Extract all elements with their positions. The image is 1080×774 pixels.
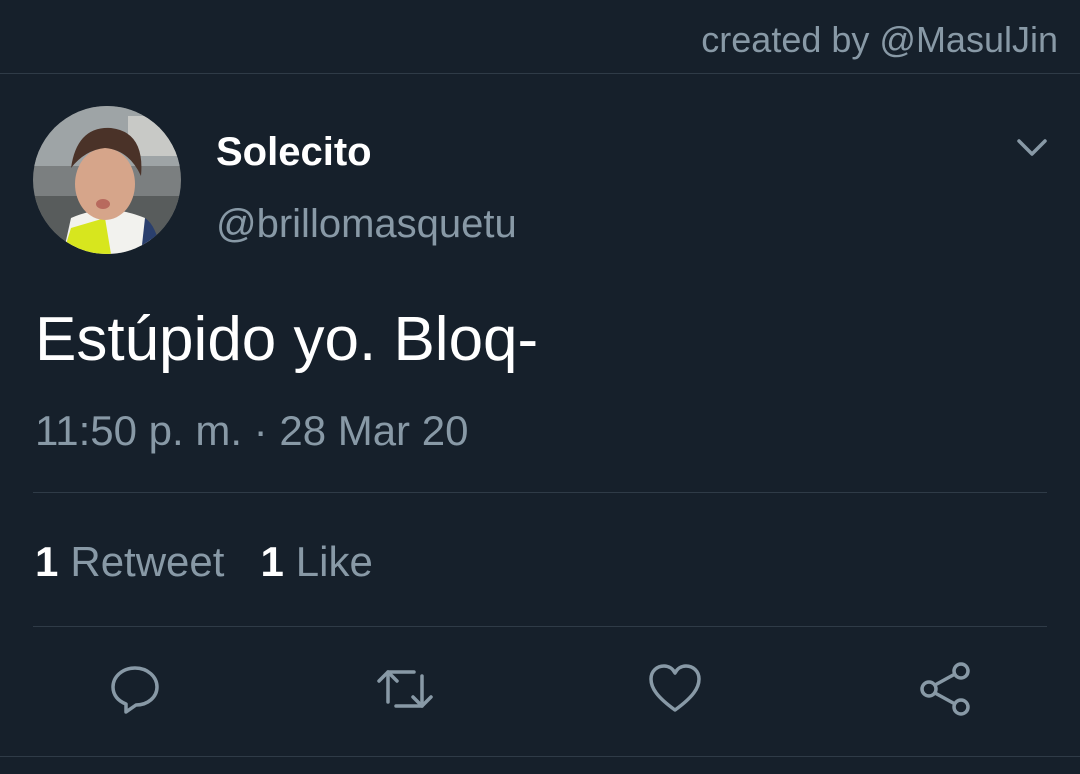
divider xyxy=(33,626,1047,627)
user-handle[interactable]: @brillomasquetu xyxy=(216,200,517,248)
retweet-stat[interactable]: 1 Retweet xyxy=(35,536,224,588)
retweet-label: Retweet xyxy=(70,538,225,585)
avatar[interactable] xyxy=(33,106,181,254)
like-count: 1 xyxy=(260,538,284,585)
chevron-down-icon[interactable] xyxy=(1013,128,1051,166)
share-icon[interactable] xyxy=(916,660,974,718)
retweet-icon[interactable] xyxy=(376,660,434,718)
action-bar xyxy=(0,660,1080,720)
display-name[interactable]: Solecito xyxy=(216,128,372,176)
tweet-timestamp: 11:50 p. m. · 28 Mar 20 xyxy=(35,407,469,454)
retweet-count: 1 xyxy=(35,538,59,585)
like-stat[interactable]: 1 Like xyxy=(260,536,372,588)
tweet-text: Estúpido yo. Bloq- xyxy=(35,305,539,374)
divider xyxy=(0,756,1080,757)
reply-icon[interactable] xyxy=(106,660,164,718)
like-label: Like xyxy=(295,538,373,585)
divider xyxy=(33,492,1047,493)
like-icon[interactable] xyxy=(646,660,704,718)
credit-bar: created by @MasulJin xyxy=(0,0,1080,74)
tweet-stats: 1 Retweet 1 Like xyxy=(35,536,373,588)
creator-credit: created by @MasulJin xyxy=(701,19,1058,60)
